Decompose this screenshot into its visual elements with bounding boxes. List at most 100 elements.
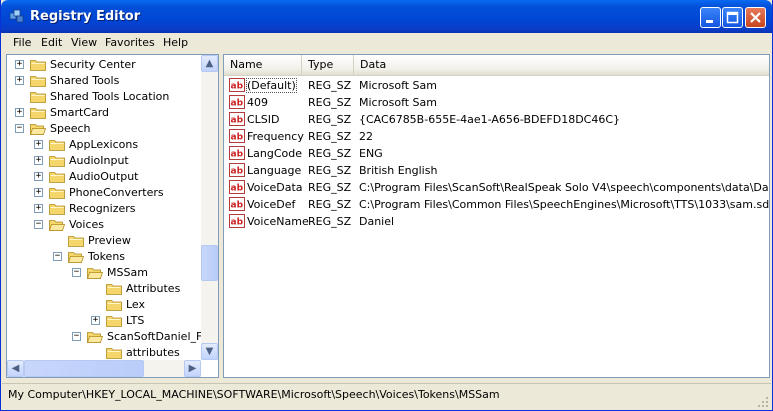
value-name: (Default) [246, 78, 297, 93]
list-header: Name Type Data [224, 55, 769, 76]
menu-file[interactable]: File [13, 36, 31, 49]
value-type: REG_SZ [308, 164, 352, 177]
collapse-toggle-icon[interactable]: − [34, 220, 43, 229]
expand-toggle-icon[interactable]: + [34, 188, 43, 197]
status-path: My Computer\HKEY_LOCAL_MACHINE\SOFTWARE\… [8, 388, 500, 401]
registry-key-tree[interactable]: + Security Center + Shared Tools Shared Tool… [6, 54, 219, 378]
column-header-data[interactable]: Data [354, 55, 769, 75]
tree-node[interactable]: + LTS [7, 313, 201, 329]
tree-node[interactable]: + AudioOutput [7, 169, 201, 185]
string-value-icon: ab [229, 197, 245, 211]
window-title: Registry Editor [30, 9, 141, 24]
tree-node[interactable]: Attributes [7, 281, 201, 297]
tree-node-label: Tokens [88, 250, 126, 263]
scroll-up-button[interactable]: ▲ [201, 55, 218, 72]
value-row[interactable]: ab (Default) REG_SZ Microsoft Sam [224, 77, 769, 94]
tree-node[interactable]: + SmartCard [7, 105, 201, 121]
menu-view[interactable]: View [71, 36, 97, 49]
svg-text:ab: ab [231, 99, 244, 109]
arrow-right-icon: ▶ [188, 363, 197, 374]
expand-toggle-icon[interactable]: + [15, 60, 24, 69]
registry-values-list[interactable]: Name Type Data ab (Default) REG_SZ Microsof… [223, 54, 770, 378]
tree-node[interactable]: − Tokens [7, 249, 201, 265]
folder-open-icon [49, 220, 65, 231]
tree-node-label: PhoneConverters [69, 186, 164, 199]
scroll-left-button[interactable]: ◀ [7, 360, 24, 377]
value-row[interactable]: ab Frequency REG_SZ 22 [224, 128, 769, 145]
value-name: Frequency [247, 130, 304, 143]
maximize-button[interactable] [722, 7, 743, 28]
expand-toggle-icon[interactable]: + [15, 76, 24, 85]
tree-node[interactable]: + PhoneConverters [7, 185, 201, 201]
value-name: VoiceData [247, 181, 303, 194]
svg-text:ab: ab [231, 167, 244, 177]
value-row[interactable]: ab VoiceDef REG_SZ C:\Program Files\Common … [224, 196, 769, 213]
string-value-icon: ab [229, 163, 245, 177]
tree-node[interactable]: − Voices [7, 217, 201, 233]
tree-node-label: ScanSoftDaniel_Ful [107, 330, 201, 343]
expand-toggle-icon[interactable]: + [34, 204, 43, 213]
folder-icon [49, 172, 65, 183]
value-data: Daniel [359, 215, 395, 228]
tree-node[interactable]: + AudioInput [7, 153, 201, 169]
value-data: C:\Program Files\ScanSoft\RealSpeak Solo… [359, 181, 770, 194]
value-name: Language [247, 164, 302, 177]
value-data: ENG [359, 147, 383, 160]
value-type: REG_SZ [308, 113, 352, 126]
tree-horizontal-scrollbar[interactable]: ◀ ▶ [7, 360, 201, 377]
column-header-name[interactable]: Name [224, 55, 302, 75]
value-row[interactable]: ab Language REG_SZ British English [224, 162, 769, 179]
collapse-toggle-icon[interactable]: − [15, 124, 24, 133]
tree-node-label: LTS [126, 314, 145, 327]
value-row[interactable]: ab VoiceName REG_SZ Daniel [224, 213, 769, 230]
expand-toggle-icon[interactable]: + [34, 140, 43, 149]
tree-node[interactable]: + Shared Tools [7, 73, 201, 89]
expand-toggle-icon[interactable]: + [91, 316, 100, 325]
tree-node[interactable]: + AppLexicons [7, 137, 201, 153]
close-button[interactable] [745, 7, 766, 28]
folder-icon [106, 316, 122, 327]
menu-edit[interactable]: Edit [41, 36, 62, 49]
collapse-toggle-icon[interactable]: − [53, 252, 62, 261]
scroll-right-button[interactable]: ▶ [184, 360, 201, 377]
tree-node[interactable]: − ScanSoftDaniel_Ful [7, 329, 201, 345]
tree-node[interactable]: Preview [7, 233, 201, 249]
expand-toggle-icon[interactable]: + [15, 108, 24, 117]
value-name: 409 [247, 96, 268, 109]
scroll-down-button[interactable]: ▼ [201, 343, 218, 360]
string-value-icon: ab [229, 95, 245, 109]
tree-node-label: AudioOutput [69, 170, 139, 183]
folder-icon [30, 108, 46, 119]
column-header-type[interactable]: Type [302, 55, 354, 75]
value-row[interactable]: ab LangCode REG_SZ ENG [224, 145, 769, 162]
menu-help[interactable]: Help [163, 36, 188, 49]
tree-hscroll-thumb[interactable] [24, 360, 144, 377]
tree-node[interactable]: attributes [7, 345, 201, 360]
folder-icon [68, 236, 84, 247]
tree-node[interactable]: Lex [7, 297, 201, 313]
value-row[interactable]: ab CLSID REG_SZ {CAC6785B-655E-4ae1-A656-BD… [224, 111, 769, 128]
tree-scroll-thumb[interactable] [201, 245, 218, 281]
tree-node[interactable]: − MSSam [7, 265, 201, 281]
resize-grip-icon[interactable] [757, 396, 769, 408]
value-type: REG_SZ [308, 147, 352, 160]
value-row[interactable]: ab VoiceData REG_SZ C:\Program Files\ScanSo… [224, 179, 770, 196]
collapse-toggle-icon[interactable]: − [72, 268, 81, 277]
collapse-toggle-icon[interactable]: − [72, 332, 81, 341]
expand-toggle-icon[interactable]: + [34, 156, 43, 165]
tree-node[interactable]: − Speech [7, 121, 201, 137]
tree-node[interactable]: + Security Center [7, 57, 201, 73]
minimize-button[interactable] [700, 7, 721, 28]
menu-favorites[interactable]: Favorites [105, 36, 155, 49]
tree-vertical-scrollbar[interactable]: ▲ ▼ [201, 55, 218, 360]
string-value-icon: ab [229, 129, 245, 143]
tree-node-label: Security Center [50, 58, 136, 71]
title-bar[interactable]: Registry Editor [1, 0, 772, 33]
tree-node[interactable]: + Recognizers [7, 201, 201, 217]
value-row[interactable]: ab 409 REG_SZ Microsoft Sam [224, 94, 769, 111]
folder-open-icon [30, 124, 46, 135]
tree-node[interactable]: Shared Tools Location [7, 89, 201, 105]
expand-toggle-icon[interactable]: + [34, 172, 43, 181]
registry-editor-window: Registry Editor File Edit View Favorites… [0, 0, 773, 411]
svg-text:ab: ab [231, 218, 244, 228]
